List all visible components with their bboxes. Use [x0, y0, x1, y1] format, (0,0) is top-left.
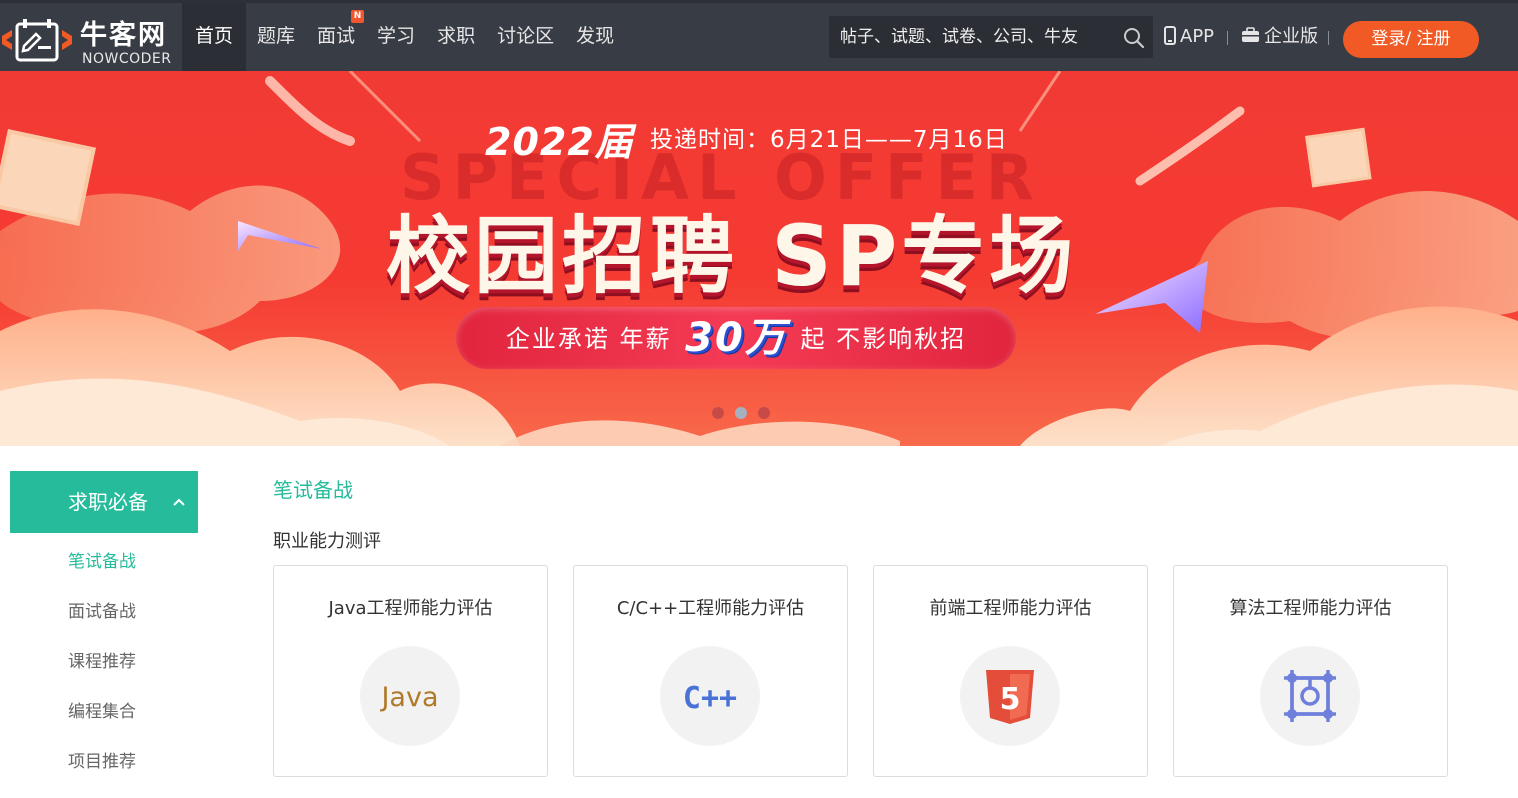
enterprise-label: 企业版	[1264, 26, 1318, 47]
card-title: Java工程师能力评估	[328, 598, 493, 619]
cpp-icon-text: C++	[683, 681, 737, 716]
search-box	[829, 16, 1153, 58]
assessment-card-algorithm[interactable]: 算法工程师能力评估	[1173, 565, 1448, 777]
html5-icon: 5	[960, 646, 1060, 746]
sub-title: 职业能力测评	[273, 531, 381, 552]
phone-icon	[1164, 25, 1176, 45]
login-register-button[interactable]: 登录/ 注册	[1343, 21, 1479, 58]
enterprise-link[interactable]: 企业版	[1241, 3, 1318, 71]
logo-icon	[2, 19, 72, 62]
logo-name-en: NOWCODER	[82, 51, 172, 67]
nav-discover[interactable]: 发现	[565, 3, 625, 71]
banner-deliver-time: 投递时间：6月21日——7月16日	[650, 127, 1008, 153]
sidebar-item-projects[interactable]: 项目推荐	[68, 747, 136, 772]
pill-suffix: 起 不影响秋招	[800, 325, 967, 353]
sidebar-item-written-test[interactable]: 笔试备战	[68, 547, 136, 572]
pill-prefix: 企业承诺 年薪	[505, 325, 672, 353]
pill-highlight: 30万	[685, 315, 787, 361]
banner-year: 2022届	[485, 120, 634, 164]
search-input[interactable]	[829, 16, 1115, 58]
java-icon: Java	[360, 646, 460, 746]
top-header: 牛客网 NOWCODER 首页 题库 面试 N 学习 求职 讨论区 发现 APP	[0, 0, 1518, 71]
html5-icon-text: 5	[1000, 682, 1021, 717]
card-title: 算法工程师能力评估	[1229, 598, 1392, 619]
site-logo[interactable]: 牛客网 NOWCODER	[0, 7, 182, 71]
sidebar-header-label: 求职必备	[68, 490, 148, 514]
app-link[interactable]: APP	[1164, 3, 1214, 71]
nav-interview-label: 面试	[317, 25, 356, 47]
nav-jobs[interactable]: 求职	[426, 3, 486, 71]
carousel-dot-3[interactable]	[758, 407, 770, 419]
sidebar-item-interview[interactable]: 面试备战	[68, 597, 136, 622]
app-label: APP	[1180, 26, 1215, 47]
nav-interview[interactable]: 面试 N	[306, 3, 366, 71]
card-title: 前端工程师能力评估	[929, 598, 1092, 619]
nav-question-bank[interactable]: 题库	[246, 3, 306, 71]
algorithm-icon	[1260, 646, 1360, 746]
banner-title: 校园招聘 SP专场	[386, 207, 1078, 305]
briefcase-icon	[1242, 27, 1259, 42]
assessment-card-frontend[interactable]: 前端工程师能力评估 5	[873, 565, 1148, 777]
hero-banner[interactable]: SPECIAL OFFER 2022届 投递时间：6月21日——7月16日 校园…	[0, 71, 1518, 446]
logo-name-cn: 牛客网	[80, 20, 167, 51]
banner-promise-pill: 企业承诺 年薪 30万 起 不影响秋招	[456, 307, 1016, 369]
header-divider	[1227, 31, 1228, 45]
carousel-dot-1[interactable]	[712, 407, 724, 419]
chevron-up-icon	[173, 498, 185, 506]
carousel-dot-2[interactable]	[735, 407, 747, 419]
sidebar-item-programming[interactable]: 编程集合	[68, 697, 136, 722]
sidebar-header[interactable]: 求职必备	[10, 471, 198, 533]
nav-learning[interactable]: 学习	[366, 3, 426, 71]
section-title: 笔试备战	[273, 478, 353, 502]
assessment-card-cpp[interactable]: C/C++工程师能力评估 C++	[573, 565, 848, 777]
card-title: C/C++工程师能力评估	[616, 598, 805, 619]
assessment-card-java[interactable]: Java工程师能力评估 Java	[273, 565, 548, 777]
new-badge: N	[351, 10, 365, 23]
banner-promise-text: 企业承诺 年薪 30万 起 不影响秋招	[456, 307, 1016, 369]
nav-home[interactable]: 首页	[182, 3, 247, 71]
nav-discussion[interactable]: 讨论区	[486, 3, 565, 71]
carousel-dots	[712, 407, 781, 419]
header-divider	[1328, 31, 1329, 45]
search-icon[interactable]	[1123, 27, 1145, 49]
java-icon-text: Java	[379, 682, 438, 713]
cpp-icon: C++	[660, 646, 760, 746]
sidebar-item-courses[interactable]: 课程推荐	[68, 647, 136, 672]
main-nav: 首页 题库 面试 N 学习 求职 讨论区 发现	[182, 3, 625, 71]
